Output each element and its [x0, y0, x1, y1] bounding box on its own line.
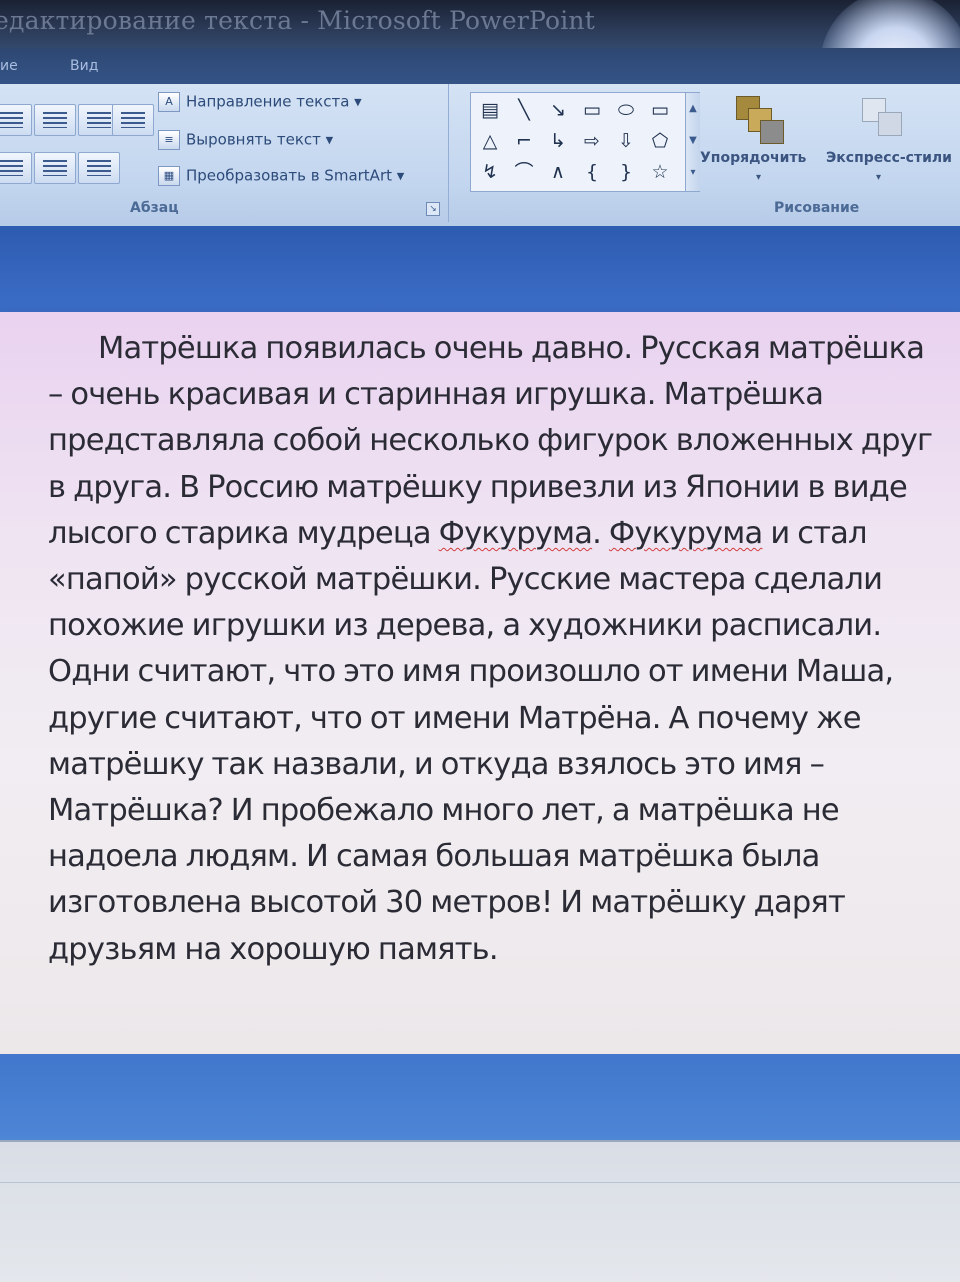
paragraph-dialog-launcher-icon[interactable]: ↘ [426, 202, 440, 216]
office-orb-glare [820, 0, 960, 48]
shape-thumbnail-icon[interactable]: ⬠ [647, 128, 673, 154]
window-title: едактирование текста - Microsoft PowerPo… [0, 6, 595, 35]
gallery-more-icon[interactable]: ▾ [686, 157, 700, 189]
notes-pane[interactable] [0, 1140, 960, 1282]
paragraph-group-label: Абзац [130, 200, 179, 216]
title-bar: едактирование текста - Microsoft PowerPo… [0, 0, 960, 48]
quick-styles-dropdown-icon[interactable]: ▾ [876, 172, 881, 183]
shape-thumbnail-icon[interactable]: ▤ [477, 97, 503, 123]
align-left-button[interactable] [0, 152, 32, 184]
shape-thumbnail-icon[interactable]: ╲ [511, 97, 537, 123]
align-text-command[interactable]: ≡ Выровнять текст ▾ [158, 130, 333, 156]
slide-body-text[interactable]: Матрёшка появилась очень давно. Русская … [48, 326, 940, 973]
paragraph-group: A Направление текста ▾ ≡ Выровнять текст ▾… [0, 84, 449, 222]
text-run: . [592, 515, 609, 551]
shape-thumbnail-icon[interactable]: ⌒ [511, 159, 537, 185]
shape-thumbnail-icon[interactable]: ⌐ [511, 128, 537, 154]
gallery-scroll[interactable]: ▲ ▼ ▾ [685, 93, 700, 191]
justify-button[interactable] [34, 152, 76, 184]
smartart-icon: ▦ [158, 166, 180, 186]
scroll-up-icon[interactable]: ▲ [686, 93, 700, 125]
columns-button[interactable] [78, 152, 120, 184]
ribbon-tabs: ие Вид [0, 48, 960, 84]
ribbon: A Направление текста ▾ ≡ Выровнять текст ▾… [0, 84, 960, 226]
decrease-indent-button[interactable] [0, 104, 32, 136]
shape-thumbnail-icon[interactable]: ☆ [647, 159, 673, 185]
misspelled-word: Фукурума [608, 515, 763, 551]
text-run: и стал «папой» русской матрёшки. Русские… [48, 515, 894, 967]
shape-thumbnail-icon[interactable]: } [613, 159, 639, 185]
workspace-bottom [0, 1054, 960, 1140]
shape-thumbnail-icon[interactable]: △ [477, 128, 503, 154]
shape-thumbnail-icon[interactable]: { [579, 159, 605, 185]
arrange-dropdown-icon[interactable]: ▾ [756, 172, 761, 183]
shape-thumbnail-icon[interactable]: ↯ [477, 159, 503, 185]
shape-thumbnail-icon[interactable]: ⇨ [579, 128, 605, 154]
text-direction-icon: A [158, 92, 180, 112]
drawing-group: ▤ ╲ ↘ ▭ ⬭ ▭ △ ⌐ ↳ ⇨ ⇩ ⬠ ↯ ⌒ ∧ {} ☆ ▲ ▼ ▾ Упорядочить ▾ Э… [456, 84, 960, 222]
convert-smartart-command[interactable]: ▦ Преобразовать в SmartArt ▾ [158, 166, 404, 192]
notes-divider [0, 1182, 960, 1183]
shape-thumbnail-icon[interactable]: ⇩ [613, 128, 639, 154]
align-text-icon: ≡ [158, 130, 180, 150]
tab-view[interactable]: Вид [70, 58, 98, 74]
shape-thumbnail-icon[interactable]: ⬭ [613, 97, 639, 123]
drawing-group-label: Рисование [774, 200, 860, 216]
increase-indent-button[interactable] [34, 104, 76, 136]
shape-thumbnail-icon[interactable]: ↳ [545, 128, 571, 154]
shape-thumbnail-icon[interactable]: ↘ [545, 97, 571, 123]
line-spacing-button[interactable] [112, 104, 154, 136]
text-direction-command[interactable]: A Направление текста ▾ [158, 92, 362, 118]
quick-styles-label[interactable]: Экспресс-стили [826, 150, 952, 166]
tab-partial[interactable]: ие [0, 58, 18, 74]
shape-thumbnail-icon[interactable]: ▭ [647, 97, 673, 123]
slide-canvas[interactable]: Матрёшка появилась очень давно. Русская … [0, 312, 960, 1054]
shape-thumbnail-icon[interactable]: ▭ [579, 97, 605, 123]
arrange-icon[interactable] [732, 94, 790, 146]
arrange-label[interactable]: Упорядочить [700, 150, 806, 166]
shape-thumbnail-icon[interactable]: ∧ [545, 159, 571, 185]
scroll-down-icon[interactable]: ▼ [686, 125, 700, 157]
quick-styles-icon[interactable] [856, 94, 914, 146]
misspelled-word: Фукурума [438, 515, 593, 551]
shapes-gallery[interactable]: ▤ ╲ ↘ ▭ ⬭ ▭ △ ⌐ ↳ ⇨ ⇩ ⬠ ↯ ⌒ ∧ {} ☆ ▲ ▼ ▾ [470, 92, 700, 192]
